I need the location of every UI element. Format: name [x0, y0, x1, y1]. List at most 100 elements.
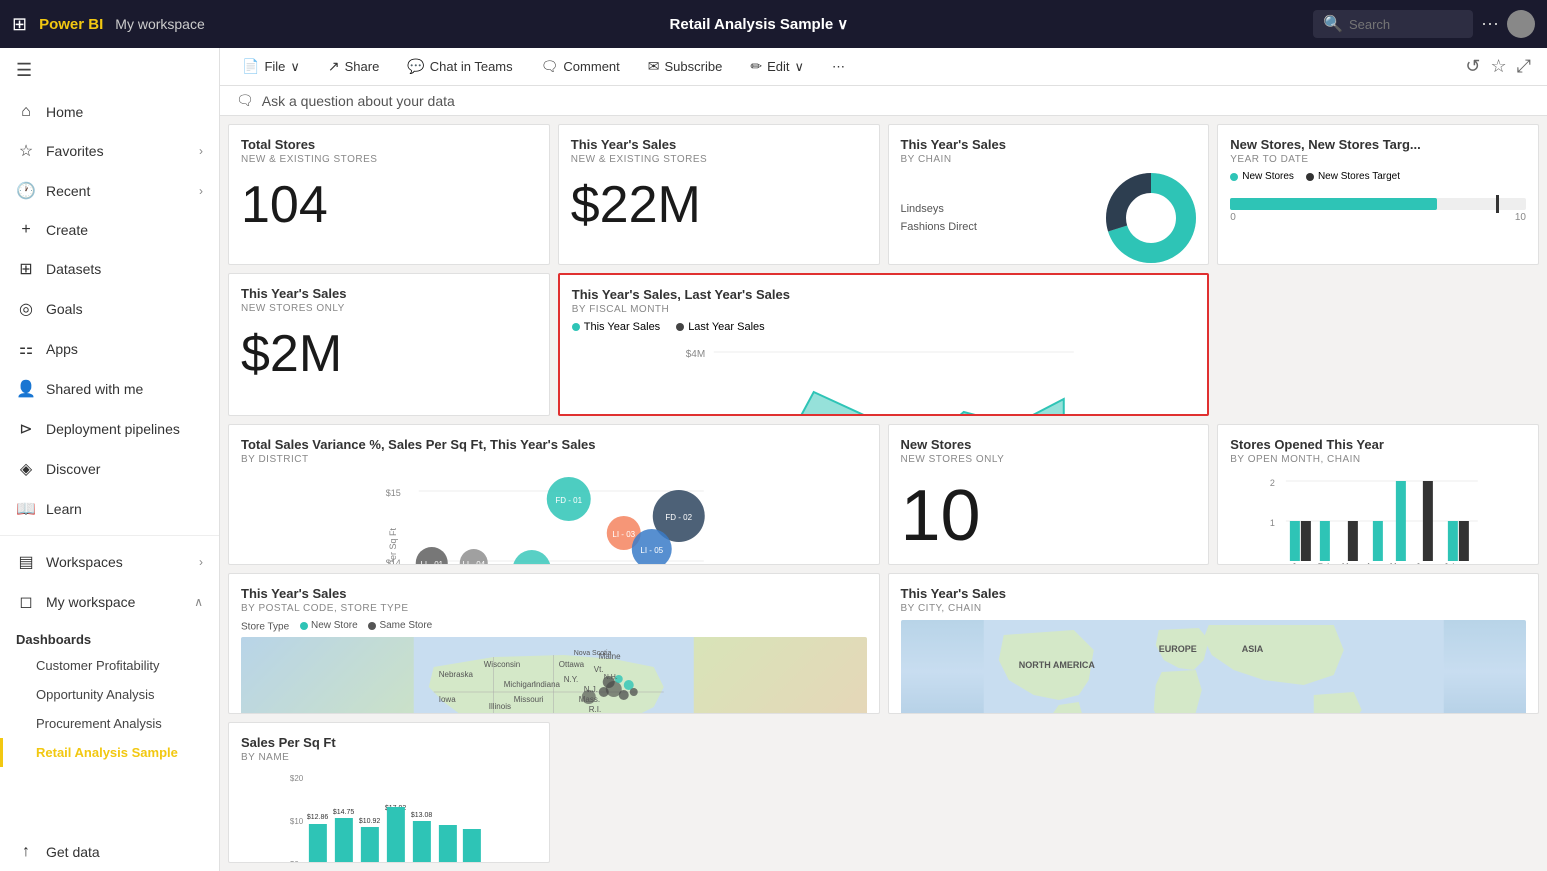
tile-sales-city[interactable]: This Year's Sales BY CITY, CHAIN — [888, 573, 1540, 714]
recent-icon: 🕐 — [16, 181, 36, 201]
refresh-button[interactable]: ↺ — [1465, 56, 1480, 77]
datasets-icon: ⊞ — [16, 259, 36, 279]
svg-text:N.Y.: N.Y. — [564, 675, 579, 684]
sidebar-item-shared[interactable]: 👤 Shared with me — [0, 369, 219, 409]
svg-text:$10.92: $10.92 — [359, 818, 381, 825]
sidebar-item-discover[interactable]: ◈ Discover — [0, 449, 219, 489]
sidebar-item-favorites[interactable]: ☆ Favorites › — [0, 131, 219, 171]
world-map-svg: NORTH AMERICA EUROPE ASIA Pacific Ocean … — [901, 620, 1527, 714]
tile-this-year-sales-new[interactable]: This Year's Sales NEW STORES ONLY $2M — [228, 273, 550, 416]
waffle-icon[interactable]: ⊞ — [12, 14, 27, 35]
workspace-label[interactable]: My workspace — [115, 16, 204, 32]
svg-text:Illinois: Illinois — [489, 702, 511, 711]
comment-button[interactable]: 🗨 Comment — [535, 54, 626, 79]
svg-text:Michigan: Michigan — [504, 680, 536, 689]
home-icon: ⌂ — [16, 103, 36, 121]
sidebar-item-learn[interactable]: 📖 Learn — [0, 489, 219, 529]
svg-text:$10: $10 — [290, 817, 304, 826]
us-map-svg: Nebraska Iowa Kansas Wisconsin Michigan … — [241, 637, 867, 715]
report-title: Retail Analysis Sample ∨ — [670, 15, 849, 33]
workspaces-icon: ▤ — [16, 552, 36, 572]
tile-stores-opened[interactable]: Stores Opened This Year BY OPEN MONTH, C… — [1217, 424, 1539, 565]
svg-text:Mass.: Mass. — [579, 695, 600, 704]
svg-text:N.H.: N.H. — [604, 674, 618, 681]
line-chart-svg: $4M $3M $2M Jan Feb Mar Apr May — [572, 337, 1196, 416]
apps-icon: ⚏ — [16, 339, 36, 359]
star-button[interactable]: ☆ — [1490, 56, 1506, 77]
tile-total-stores[interactable]: Total Stores NEW & EXISTING STORES 104 — [228, 124, 550, 265]
toolbar-right: ↺ ☆ ⤢ — [1465, 56, 1531, 77]
more-toolbar-button[interactable]: ⋯ — [826, 55, 851, 79]
file-icon: 📄 — [242, 58, 259, 75]
sidebar-item-procurement[interactable]: Procurement Analysis — [0, 709, 219, 738]
more-options-button[interactable]: ⋯ — [1481, 14, 1499, 35]
tile-new-stores[interactable]: New Stores NEW STORES ONLY 10 — [888, 424, 1210, 565]
bullet-legend: New Stores New Stores Target — [1230, 171, 1526, 182]
sidebar-section-dashboards: Dashboards — [0, 622, 219, 651]
file-button[interactable]: 📄 File ∨ — [236, 54, 306, 79]
learn-icon: 📖 — [16, 499, 36, 519]
myworkspace-icon: ◻ — [16, 592, 36, 612]
svg-text:LI - 04: LI - 04 — [462, 560, 485, 565]
tile-scatter-chart[interactable]: Total Sales Variance %, Sales Per Sq Ft,… — [228, 424, 880, 565]
sidebar-item-workspaces[interactable]: ▤ Workspaces › — [0, 542, 219, 582]
sidebar-item-home[interactable]: ⌂ Home — [0, 93, 219, 131]
svg-text:Jun: Jun — [1416, 562, 1429, 565]
sidebar: ☰ ⌂ Home ☆ Favorites › 🕐 Recent › + Crea… — [0, 48, 220, 871]
sidebar-item-goals[interactable]: ◎ Goals — [0, 289, 219, 329]
sidebar-item-myworkspace[interactable]: ◻ My workspace ∧ — [0, 582, 219, 622]
donut-chart-chain — [1106, 173, 1196, 263]
hamburger-button[interactable]: ☰ — [0, 48, 219, 93]
svg-text:N.J.: N.J. — [584, 685, 598, 694]
share-button[interactable]: ↗ Share — [322, 54, 385, 79]
edit-button[interactable]: ✏ Edit ∨ — [744, 54, 810, 79]
tile-line-chart[interactable]: This Year's Sales, Last Year's Sales BY … — [558, 273, 1210, 416]
goals-icon: ◎ — [16, 299, 36, 319]
chat-button[interactable]: 💬 Chat in Teams — [401, 54, 518, 79]
svg-text:$12.86: $12.86 — [307, 814, 329, 821]
tile-sales-by-chain[interactable]: This Year's Sales BY CHAIN Lindseys Fash… — [888, 124, 1210, 265]
search-input[interactable] — [1349, 17, 1449, 32]
edit-icon: ✏ — [750, 58, 762, 75]
svg-text:EUROPE: EUROPE — [1158, 644, 1196, 654]
tile-sales-postal[interactable]: This Year's Sales BY POSTAL CODE, STORE … — [228, 573, 880, 714]
svg-text:FD - 01: FD - 01 — [555, 496, 582, 505]
fullscreen-button[interactable]: ⤢ — [1517, 56, 1531, 77]
svg-text:Iowa: Iowa — [439, 695, 456, 704]
sidebar-item-retail[interactable]: Retail Analysis Sample — [0, 738, 219, 767]
sidebar-item-create[interactable]: + Create — [0, 211, 219, 249]
subscribe-button[interactable]: ✉ Subscribe — [642, 54, 729, 79]
sidebar-item-getdata[interactable]: ↑ Get data — [0, 833, 219, 871]
svg-text:$20: $20 — [290, 774, 304, 783]
world-map: NORTH AMERICA EUROPE ASIA Pacific Ocean … — [901, 620, 1527, 714]
svg-text:LI - 05: LI - 05 — [640, 546, 663, 555]
svg-text:2: 2 — [1270, 478, 1275, 488]
search-icon: 🔍 — [1323, 14, 1343, 34]
svg-text:Missouri: Missouri — [514, 695, 544, 704]
svg-text:Nova Scotia: Nova Scotia — [574, 650, 612, 657]
tile-new-stores-target[interactable]: New Stores, New Stores Targ... YEAR TO D… — [1217, 124, 1539, 265]
bullet-bar-track — [1230, 198, 1526, 210]
stores-opened-svg: 2 1 — [1230, 471, 1526, 565]
svg-text:LI - 01: LI - 01 — [420, 560, 443, 565]
sidebar-item-customer[interactable]: Customer Profitability — [0, 651, 219, 680]
avatar[interactable] — [1507, 10, 1535, 38]
sidebar-item-deployment[interactable]: ⊳ Deployment pipelines — [0, 409, 219, 449]
ask-bar[interactable]: 🗨 Ask a question about your data — [220, 86, 1547, 116]
sales-sqft-svg: $20 $10 $0 $12.86 $14.75 $10.92 $17.92 $… — [241, 769, 537, 863]
tile-sales-sqft[interactable]: Sales Per Sq Ft BY NAME $20 $10 $0 $12.8… — [228, 722, 550, 863]
svg-text:Sales Per Sq Ft: Sales Per Sq Ft — [388, 527, 398, 565]
svg-text:Apr: Apr — [1366, 562, 1379, 565]
line-chart-legend: This Year Sales Last Year Sales — [572, 321, 1196, 333]
search-box[interactable]: 🔍 — [1313, 10, 1473, 38]
svg-text:Feb: Feb — [1318, 562, 1332, 565]
sidebar-item-recent[interactable]: 🕐 Recent › — [0, 171, 219, 211]
sidebar-item-apps[interactable]: ⚏ Apps — [0, 329, 219, 369]
comment-icon: 🗨 — [541, 58, 559, 75]
tile-this-year-sales-kpi[interactable]: This Year's Sales NEW & EXISTING STORES … — [558, 124, 880, 265]
sidebar-item-opportunity[interactable]: Opportunity Analysis — [0, 680, 219, 709]
discover-icon: ◈ — [16, 459, 36, 479]
svg-text:$0: $0 — [290, 860, 299, 863]
svg-text:Jan: Jan — [1292, 562, 1305, 565]
sidebar-item-datasets[interactable]: ⊞ Datasets — [0, 249, 219, 289]
